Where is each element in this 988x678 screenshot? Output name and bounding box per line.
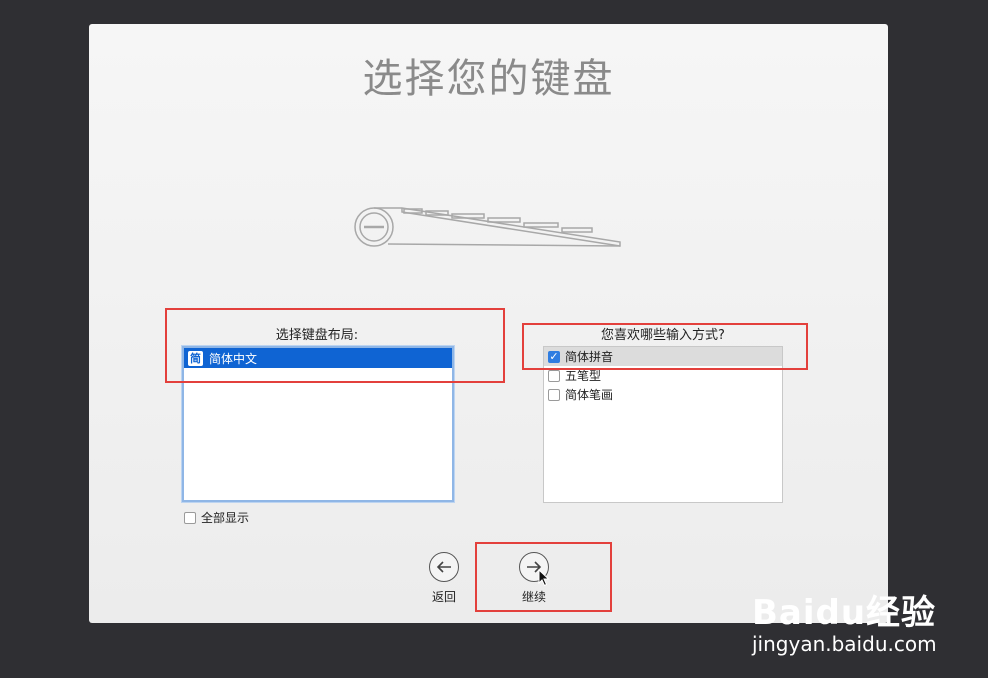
checkbox-icon[interactable] (548, 369, 560, 382)
baidu-logo: Baidu经验 (752, 593, 937, 633)
page-title: 选择您的键盘 (362, 56, 615, 102)
annotation-box-layout (165, 308, 505, 383)
arrow-left-icon[interactable] (429, 552, 459, 582)
checkbox-icon[interactable] (548, 388, 560, 401)
show-all-label: 全部显示 (201, 511, 250, 525)
back-label: 返回 (431, 590, 456, 604)
watermark-url: jingyan.baidu.com (752, 632, 937, 656)
input-method-stroke[interactable]: 简体笔画 (544, 385, 782, 404)
checkbox-icon[interactable] (184, 511, 196, 524)
annotation-box-input-method (522, 323, 808, 370)
annotation-box-continue (475, 542, 612, 612)
keyboard-illustration (354, 207, 621, 247)
show-all-checkbox[interactable]: 全部显示 (184, 509, 249, 526)
input-method-label: 简体笔画 (565, 388, 614, 402)
baidu-watermark: Baidu经验 jingyan.baidu.com (752, 585, 937, 656)
back-button[interactable]: 返回 (414, 552, 474, 605)
